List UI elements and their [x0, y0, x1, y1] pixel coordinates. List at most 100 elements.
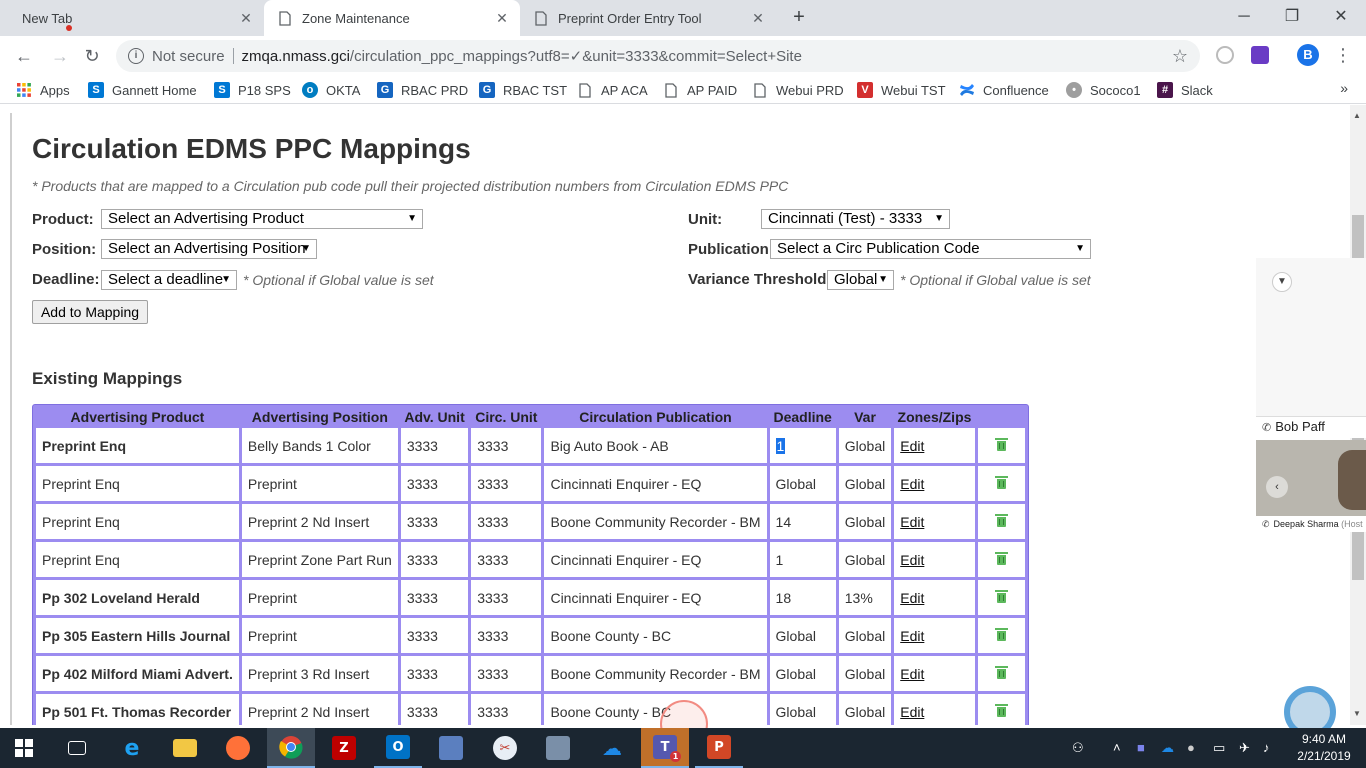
publication-select[interactable]: Select a Circ Publication Code ▼	[770, 239, 1091, 259]
taskbar-snipping-tool[interactable]: ✂	[481, 728, 529, 768]
bookmark-p18-sps[interactable]: S P18 SPS	[214, 80, 291, 100]
taskbar-chrome[interactable]	[267, 728, 315, 768]
trash-icon[interactable]	[994, 703, 1008, 717]
reload-button[interactable]: ↻	[80, 44, 104, 68]
close-window-button[interactable]: ✕	[1329, 5, 1353, 29]
url-path[interactable]: /circulation_ppc_mappings?utf8=✓&unit=33…	[350, 47, 802, 65]
address-bar[interactable]: i Not secure zmqa.nmass.gci/circulation_…	[116, 40, 1200, 72]
page-icon	[577, 82, 593, 98]
chevron-left-icon[interactable]: ‹	[1266, 476, 1288, 498]
security-label[interactable]: Not secure	[152, 48, 225, 65]
bookmark-gannett-home[interactable]: S Gannett Home	[88, 80, 197, 100]
edit-link[interactable]: Edit	[900, 666, 924, 682]
taskbar-filezilla[interactable]: Z	[320, 728, 368, 768]
trash-icon[interactable]	[994, 665, 1008, 679]
taskbar-teams[interactable]: T1	[641, 728, 689, 768]
network-icon[interactable]: ✈	[1239, 740, 1250, 756]
bookmark-confluence[interactable]: Confluence	[959, 80, 1049, 100]
edit-link[interactable]: Edit	[900, 514, 924, 530]
trash-icon[interactable]	[994, 437, 1008, 451]
tab-preprint-order-entry[interactable]: Preprint Order Entry Tool ✕	[520, 0, 776, 36]
profile-avatar[interactable]: B	[1297, 44, 1319, 66]
video-person	[1338, 450, 1366, 510]
edit-link[interactable]: Edit	[900, 552, 924, 568]
bookmarks-overflow-icon[interactable]: »	[1340, 80, 1348, 96]
var-cell: Global	[838, 656, 892, 691]
back-button[interactable]: ←	[12, 44, 36, 68]
volume-icon[interactable]: ♪	[1263, 740, 1270, 755]
tray-app-icon[interactable]: ●	[1187, 740, 1195, 755]
edit-link[interactable]: Edit	[900, 704, 924, 720]
scroll-up-icon[interactable]: ▲	[1353, 111, 1361, 120]
start-button[interactable]	[0, 728, 48, 768]
edit-link[interactable]: Edit	[900, 476, 924, 492]
taskbar-onedrive[interactable]: ☁	[588, 728, 636, 768]
bookmark-apps[interactable]: Apps	[16, 80, 70, 100]
clock-date: 2/21/2019	[1297, 749, 1351, 763]
close-tab-icon[interactable]: ✕	[238, 10, 254, 27]
minimize-button[interactable]: ─	[1232, 5, 1256, 29]
chevron-down-icon[interactable]: ▼	[1272, 272, 1292, 292]
close-tab-icon[interactable]: ✕	[750, 10, 766, 27]
onedrive-tray-icon[interactable]: ☁	[1161, 740, 1174, 756]
participant-bob-paff[interactable]: ✆ Bob Paff	[1256, 416, 1366, 438]
chevron-up-icon[interactable]: ˄	[1113, 740, 1121, 755]
var-cell: Global	[838, 428, 892, 463]
product-select[interactable]: Select an Advertising Product ▼	[101, 209, 423, 229]
taskbar-file-explorer[interactable]	[161, 728, 209, 768]
deadline-select[interactable]: Select a deadline ▼	[101, 270, 237, 290]
battery-icon[interactable]: ▭	[1213, 740, 1225, 756]
powerpoint-icon: P	[707, 735, 731, 759]
system-clock[interactable]: 9:40 AM 2/21/2019	[1288, 731, 1360, 765]
taskbar-app[interactable]	[427, 728, 475, 768]
bookmark-star-icon[interactable]: ☆	[1172, 46, 1188, 67]
taskbar-powerpoint[interactable]: P	[695, 728, 743, 768]
edit-link[interactable]: Edit	[900, 590, 924, 606]
trash-icon[interactable]	[994, 513, 1008, 527]
close-tab-icon[interactable]: ✕	[494, 10, 510, 27]
scroll-down-icon[interactable]: ▼	[1353, 709, 1361, 718]
extension-icon[interactable]	[1216, 46, 1234, 64]
edit-link[interactable]: Edit	[900, 438, 924, 454]
menu-icon[interactable]: ⋮	[1334, 44, 1352, 66]
unit-select[interactable]: Cincinnati (Test) - 3333 ▼	[761, 209, 950, 229]
tab-zone-maintenance[interactable]: Zone Maintenance ✕	[264, 0, 520, 36]
position-select[interactable]: Select an Advertising Position ▼	[101, 239, 317, 259]
info-icon[interactable]: i	[128, 48, 144, 64]
taskbar-remote-desktop[interactable]	[534, 728, 582, 768]
task-view-button[interactable]	[53, 728, 101, 768]
bookmark-slack[interactable]: # Slack	[1157, 80, 1213, 100]
bookmark-sococo1[interactable]: • Sococo1	[1066, 80, 1141, 100]
taskbar-firefox[interactable]	[214, 728, 262, 768]
adv-unit-cell: 3333	[400, 428, 469, 463]
apps-grid-icon	[16, 82, 32, 98]
taskbar-ie[interactable]: e	[108, 728, 156, 768]
trash-icon[interactable]	[994, 475, 1008, 489]
url-host[interactable]: zmqa.nmass.gci	[242, 48, 350, 65]
people-icon[interactable]: ⚇	[1072, 740, 1084, 756]
taskbar-outlook[interactable]: O	[374, 728, 422, 768]
forward-button[interactable]: →	[48, 44, 72, 68]
participant-deepak-sharma[interactable]: ✆ Deepak Sharma (Host	[1256, 516, 1366, 532]
bookmark-webui-prd[interactable]: Webui PRD	[752, 80, 844, 100]
restore-button[interactable]: ❐	[1280, 5, 1304, 29]
add-to-mapping-button[interactable]: Add to Mapping	[32, 300, 148, 324]
bookmark-ap-paid[interactable]: AP PAID	[663, 80, 737, 100]
trash-icon[interactable]	[994, 589, 1008, 603]
teams-tray-icon[interactable]: ■	[1137, 740, 1145, 755]
table-row: Preprint Enq Preprint Zone Part Run 3333 33…	[36, 542, 1025, 577]
bookmark-webui-tst[interactable]: V Webui TST	[857, 80, 946, 100]
deadline-cell: Global	[769, 618, 836, 653]
new-tab-button[interactable]: +	[788, 6, 810, 28]
extension-icon[interactable]	[1251, 46, 1269, 64]
circ-unit-cell: 3333	[471, 618, 542, 653]
tab-new-tab[interactable]: New Tab ✕	[0, 0, 264, 36]
trash-icon[interactable]	[994, 551, 1008, 565]
variance-select[interactable]: Global ▼	[827, 270, 894, 290]
bookmark-ap-aca[interactable]: AP ACA	[577, 80, 648, 100]
edit-link[interactable]: Edit	[900, 628, 924, 644]
bookmark-rbac-prd[interactable]: G RBAC PRD	[377, 80, 468, 100]
bookmark-rbac-tst[interactable]: G RBAC TST	[479, 80, 567, 100]
trash-icon[interactable]	[994, 627, 1008, 641]
bookmark-okta[interactable]: o OKTA	[302, 80, 360, 100]
